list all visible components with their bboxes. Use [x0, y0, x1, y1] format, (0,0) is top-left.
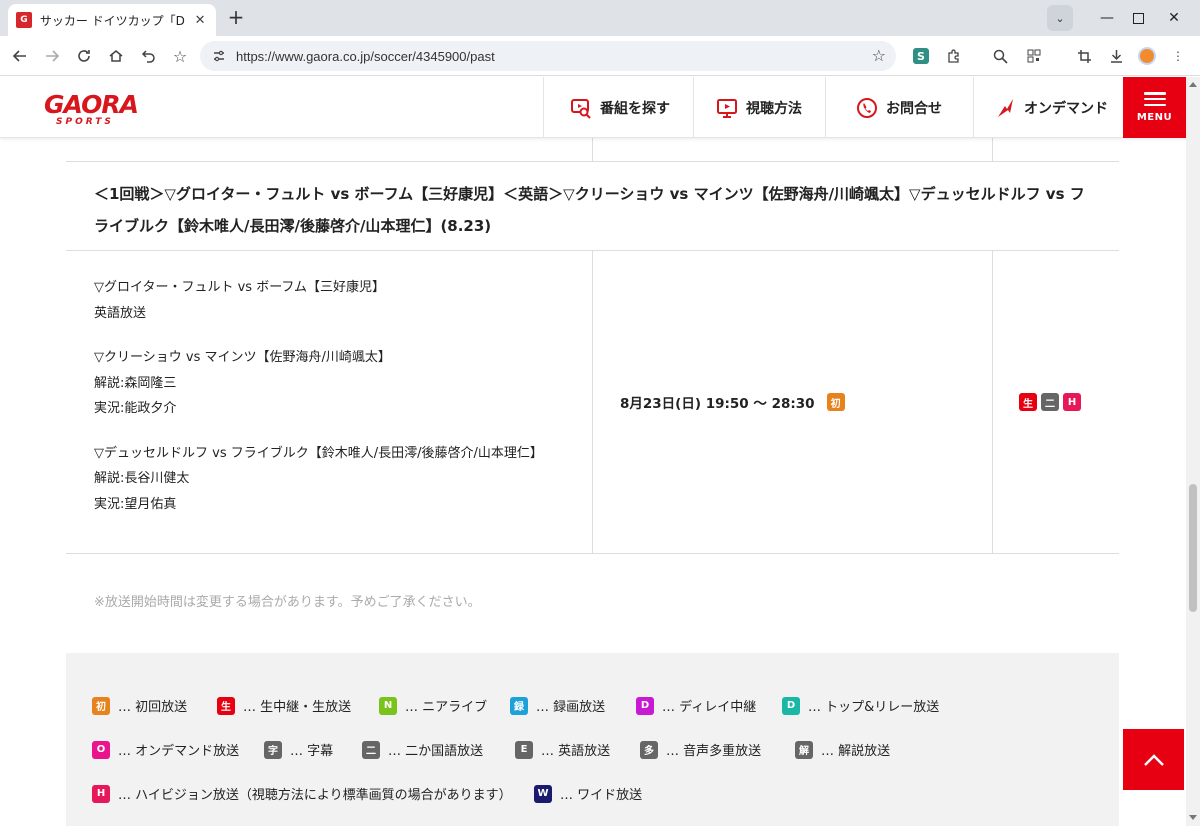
home-icon[interactable]: [104, 44, 128, 68]
bookmark-star-icon[interactable]: ☆: [168, 44, 192, 68]
table-divider: [66, 161, 1119, 162]
legend-item: D… ディレイ中継: [636, 696, 756, 715]
legend-item: D… トップ&リレー放送: [782, 696, 939, 715]
browser-toolbar: ☆ https://www.gaora.co.jp/soccer/4345900…: [0, 36, 1200, 76]
table-divider: [592, 250, 593, 553]
airtime-text: 8月23日(日) 19:50 〜 28:30: [620, 396, 815, 412]
match-2-commentary: 解説:森岡隆三: [94, 375, 177, 391]
legend-item: 生… 生中継・生放送: [217, 696, 351, 715]
match-3-playbyplay: 実況:望月佑真: [94, 496, 177, 512]
legend-item: W… ワイド放送: [534, 784, 642, 803]
phone-icon: [856, 97, 878, 119]
bookmark-page-icon[interactable]: ☆: [872, 46, 886, 65]
tab-search-button[interactable]: ⌄: [1047, 5, 1073, 31]
back-icon[interactable]: [8, 44, 32, 68]
page-scrollbar[interactable]: [1186, 77, 1200, 826]
legend-item: 初… 初回放送: [92, 696, 187, 715]
match-1-note: 英語放送: [94, 305, 147, 321]
hamburger-icon: [1143, 92, 1166, 106]
browser-menu-icon[interactable]: ⋮: [1168, 46, 1188, 66]
table-divider: [992, 138, 993, 161]
match-1: ▽グロイター・フュルト vs ボーフム【三好康児】: [94, 280, 386, 295]
program-title: ＜1回戦＞▽グロイター・フュルト vs ボーフム【三好康児】＜英語＞▽クリーショ…: [94, 185, 1085, 235]
legend-item: N… ニアライブ: [379, 696, 487, 715]
ondemand-icon: [994, 97, 1016, 119]
legend-item: O… オンデマンド放送: [92, 740, 239, 759]
scroll-up-icon[interactable]: [1189, 82, 1197, 87]
browser-tab[interactable]: G サッカー ドイツカップ「DFBポカール」2 ✕: [8, 4, 216, 36]
airtime: 8月23日(日) 19:50 〜 28:30 初: [620, 392, 845, 412]
service-badges: 生 二 H: [1019, 393, 1081, 411]
address-bar[interactable]: https://www.gaora.co.jp/soccer/4345900/p…: [200, 41, 896, 71]
favicon-icon: G: [16, 12, 32, 28]
legend-item: E… 英語放送: [515, 740, 610, 759]
maximize-button[interactable]: [1123, 6, 1153, 30]
gaora-logo[interactable]: GAORA SPORTS: [44, 92, 139, 128]
extensions-puzzle-icon[interactable]: [944, 46, 964, 66]
program-description: ▽グロイター・フュルト vs ボーフム【三好康児】 英語放送 ▽クリーショウ v…: [94, 275, 543, 517]
live-badge: 生: [1019, 393, 1037, 411]
legend-item: 字… 字幕: [264, 740, 333, 759]
download-icon[interactable]: [1106, 46, 1126, 66]
chevron-up-icon: [1143, 753, 1164, 766]
first-broadcast-badge: 初: [826, 393, 845, 411]
nav-how-to-watch[interactable]: 視聴方法: [693, 77, 825, 138]
schedule-notice: ※放送開始時間は変更する場合があります。予めご了承ください。: [94, 595, 481, 610]
bilingual-badge: 二: [1041, 393, 1059, 411]
minimize-button[interactable]: —: [1092, 6, 1122, 30]
nav-find-programs[interactable]: 番組を探す: [543, 77, 693, 138]
nav-on-demand[interactable]: オンデマンド: [973, 77, 1123, 138]
match-2-playbyplay: 実況:能政夕介: [94, 401, 177, 416]
back-to-top-button[interactable]: [1123, 729, 1184, 790]
table-divider: [66, 553, 1119, 554]
legend-item: 多… 音声多重放送: [640, 740, 761, 759]
reload-icon[interactable]: [72, 44, 96, 68]
browser-tab-strip: G サッカー ドイツカップ「DFBポカール」2 ✕ + ⌄ — ✕: [0, 0, 1200, 36]
new-tab-button[interactable]: +: [226, 7, 246, 27]
profile-avatar-icon[interactable]: [1138, 47, 1156, 65]
nav-contact[interactable]: お問合せ: [825, 77, 973, 138]
legend-item: 二… 二か国語放送: [362, 740, 483, 759]
undo-icon[interactable]: [136, 44, 160, 68]
tab-close-icon[interactable]: ✕: [192, 13, 208, 28]
match-2: ▽クリーショウ vs マインツ【佐野海舟/川崎颯太】: [94, 350, 391, 365]
url-text: https://www.gaora.co.jp/soccer/4345900/p…: [236, 48, 495, 64]
legend-item: H… ハイビジョン放送（視聴方法により標準画質の場合があります）: [92, 784, 512, 803]
site-info-icon[interactable]: [204, 41, 234, 71]
site-header: GAORA SPORTS 番組を探す 視聴方法 お問合せ オンデマンド MENU: [0, 77, 1186, 138]
monitor-play-icon: [716, 97, 738, 119]
extension-s-icon[interactable]: S: [913, 48, 929, 64]
tab-title: サッカー ドイツカップ「DFBポカール」2: [39, 13, 186, 28]
match-3-commentary: 解説:長谷川健太: [94, 471, 190, 486]
close-window-button[interactable]: ✕: [1159, 6, 1189, 30]
hd-badge: H: [1063, 393, 1081, 411]
match-3: ▽デュッセルドルフ vs フライブルク【鈴木唯人/長田澪/後藤啓介/山本理仁】: [94, 445, 543, 461]
crop-icon[interactable]: [1074, 46, 1094, 66]
legend-item: 録… 録画放送: [510, 696, 605, 715]
table-divider: [592, 138, 593, 161]
search-icon[interactable]: [990, 46, 1010, 66]
forward-icon[interactable]: [40, 44, 64, 68]
tv-search-icon: [570, 97, 592, 119]
legend-item: 解… 解説放送: [795, 740, 890, 759]
table-divider: [992, 250, 993, 553]
scroll-thumb[interactable]: [1189, 484, 1197, 612]
scroll-down-icon[interactable]: [1189, 815, 1197, 820]
badge-legend: 初… 初回放送 生… 生中継・生放送 N… ニアライブ 録… 録画放送 D… デ…: [66, 653, 1119, 826]
page-content: ＜1回戦＞▽グロイター・フュルト vs ボーフム【三好康児】＜英語＞▽クリーショ…: [0, 138, 1186, 826]
menu-button[interactable]: MENU: [1123, 77, 1186, 138]
qr-code-icon[interactable]: [1024, 46, 1044, 66]
